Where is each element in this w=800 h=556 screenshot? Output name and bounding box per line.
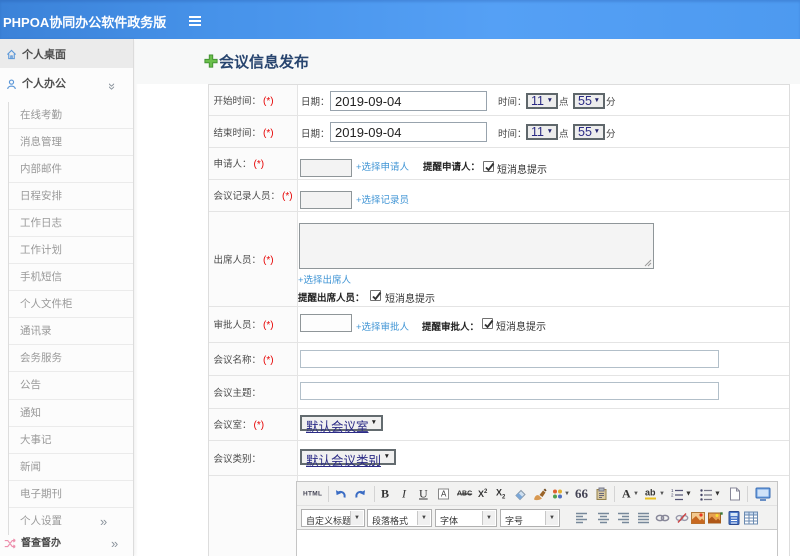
svg-text:2: 2 bbox=[671, 492, 674, 497]
